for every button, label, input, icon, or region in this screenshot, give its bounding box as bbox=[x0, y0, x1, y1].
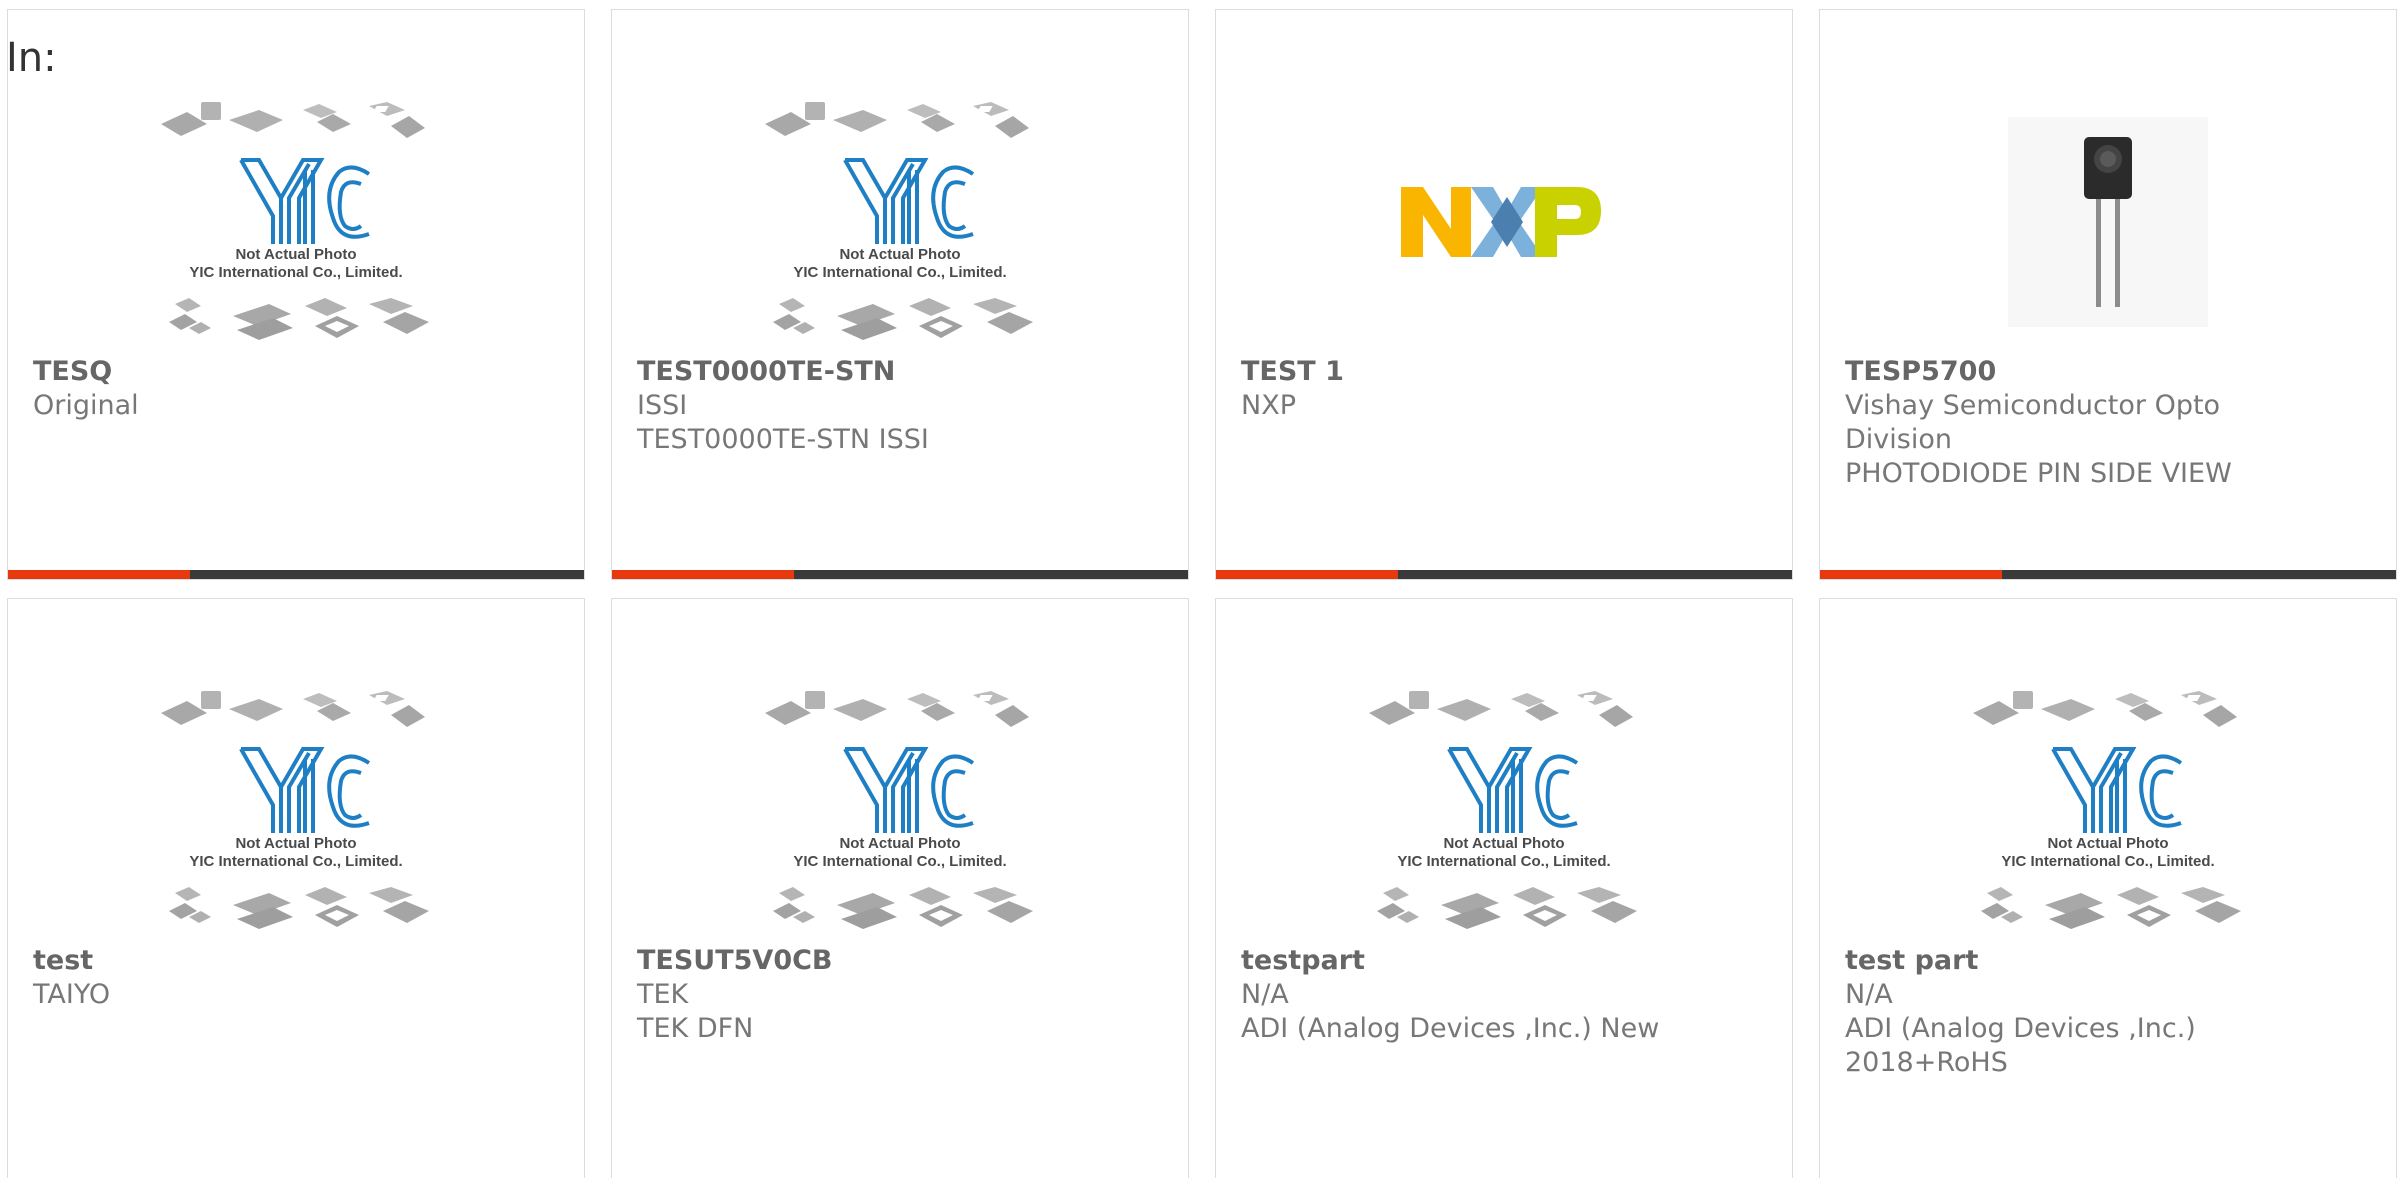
placeholder-caption: Not Actual Photo bbox=[1443, 835, 1564, 852]
product-thumbnail[interactable] bbox=[1216, 89, 1792, 355]
placeholder-company: YIC International Co., Limited. bbox=[189, 264, 402, 281]
card-footer-bar bbox=[612, 570, 1188, 579]
product-line: 2018+RoHS bbox=[1845, 1047, 2008, 1078]
product-line: ADI (Analog Devices ,Inc.) New bbox=[1241, 1013, 1660, 1044]
placeholder-company: YIC International Co., Limited. bbox=[793, 264, 1006, 281]
product-line: N/A bbox=[1241, 979, 1289, 1010]
photodiode-photo bbox=[2008, 117, 2208, 327]
product-card[interactable]: Not Actual Photo YIC International Co., … bbox=[611, 9, 1189, 580]
placeholder-image: Not Actual Photo YIC International Co., … bbox=[765, 102, 1033, 340]
placeholder-caption: Not Actual Photo bbox=[235, 835, 356, 852]
product-line: TEK bbox=[637, 979, 689, 1010]
product-card[interactable]: Not Actual Photo YIC International Co., … bbox=[7, 598, 585, 1178]
product-thumbnail[interactable]: Not Actual Photo YIC International Co., … bbox=[612, 89, 1188, 355]
product-card[interactable]: Not Actual Photo YIC International Co., … bbox=[7, 9, 585, 580]
product-line: ADI (Analog Devices ,Inc.) bbox=[1845, 1013, 2196, 1044]
product-card[interactable]: TEST 1 NXP bbox=[1215, 9, 1793, 580]
product-line: N/A bbox=[1845, 979, 1893, 1010]
product-line: ISSI bbox=[637, 390, 688, 421]
product-thumbnail[interactable]: Not Actual Photo YIC International Co., … bbox=[612, 678, 1188, 944]
product-thumbnail[interactable]: Not Actual Photo YIC International Co., … bbox=[8, 89, 584, 355]
product-line: TEK DFN bbox=[637, 1013, 754, 1044]
product-thumbnail[interactable]: Not Actual Photo YIC International Co., … bbox=[1216, 678, 1792, 944]
nxp-logo bbox=[1401, 187, 1601, 257]
product-card[interactable]: TESP5700 Vishay Semiconductor Opto Divis… bbox=[1819, 9, 2397, 580]
product-line: NXP bbox=[1241, 390, 1296, 421]
filter-label: In: bbox=[6, 35, 57, 81]
part-number[interactable]: TESUT5V0CB bbox=[637, 944, 1168, 978]
placeholder-company: YIC International Co., Limited. bbox=[189, 853, 402, 870]
product-thumbnail[interactable]: Not Actual Photo YIC International Co., … bbox=[8, 678, 584, 944]
product-line: TAIYO bbox=[33, 979, 111, 1010]
product-line: PHOTODIODE PIN SIDE VIEW bbox=[1845, 458, 2232, 489]
placeholder-company: YIC International Co., Limited. bbox=[1397, 853, 1610, 870]
placeholder-company: YIC International Co., Limited. bbox=[793, 853, 1006, 870]
placeholder-image: Not Actual Photo YIC International Co., … bbox=[161, 102, 429, 340]
part-number[interactable]: TESQ bbox=[33, 355, 564, 389]
product-card[interactable]: Not Actual Photo YIC International Co., … bbox=[1215, 598, 1793, 1178]
product-thumbnail[interactable]: Not Actual Photo YIC International Co., … bbox=[1820, 678, 2396, 944]
part-number[interactable]: test part bbox=[1845, 944, 2376, 978]
card-footer-bar bbox=[1820, 570, 2396, 579]
product-line: Original bbox=[33, 390, 139, 421]
part-number[interactable]: testpart bbox=[1241, 944, 1772, 978]
placeholder-caption: Not Actual Photo bbox=[235, 246, 356, 263]
product-line: Vishay Semiconductor Opto bbox=[1845, 390, 2221, 421]
placeholder-caption: Not Actual Photo bbox=[839, 835, 960, 852]
product-line: TEST0000TE-STN ISSI bbox=[637, 424, 929, 455]
part-number[interactable]: TEST0000TE-STN bbox=[637, 355, 1168, 389]
part-number[interactable]: test bbox=[33, 944, 564, 978]
placeholder-company: YIC International Co., Limited. bbox=[2001, 853, 2214, 870]
product-card[interactable]: Not Actual Photo YIC International Co., … bbox=[1819, 598, 2397, 1178]
product-card[interactable]: Not Actual Photo YIC International Co., … bbox=[611, 598, 1189, 1178]
placeholder-image: Not Actual Photo YIC International Co., … bbox=[765, 691, 1033, 929]
placeholder-image: Not Actual Photo YIC International Co., … bbox=[1973, 691, 2241, 929]
placeholder-caption: Not Actual Photo bbox=[839, 246, 960, 263]
card-footer-bar bbox=[8, 570, 584, 579]
product-thumbnail[interactable] bbox=[1820, 89, 2396, 355]
part-number[interactable]: TESP5700 bbox=[1845, 355, 2376, 389]
placeholder-image: Not Actual Photo YIC International Co., … bbox=[161, 691, 429, 929]
card-footer-bar bbox=[1216, 570, 1792, 579]
placeholder-caption: Not Actual Photo bbox=[2047, 835, 2168, 852]
product-line: Division bbox=[1845, 424, 1952, 455]
part-number[interactable]: TEST 1 bbox=[1241, 355, 1772, 389]
placeholder-image: Not Actual Photo YIC International Co., … bbox=[1369, 691, 1637, 929]
